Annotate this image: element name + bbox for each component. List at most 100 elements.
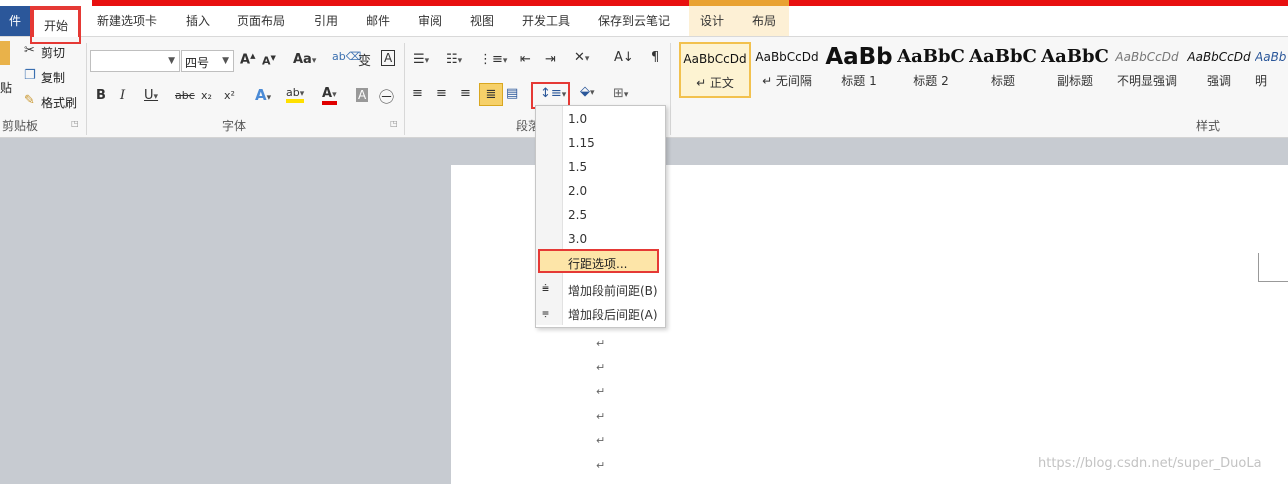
style-heading-2[interactable]: AaBbC 标题 2 bbox=[895, 42, 967, 98]
style-name: ↵ 正文 bbox=[696, 76, 734, 90]
highlight-icon[interactable]: ab▾ bbox=[286, 86, 305, 103]
add-space-after[interactable]: 增加段后间距(A) bbox=[568, 306, 658, 323]
tab-developer[interactable]: 开发工具 bbox=[522, 6, 570, 36]
bold-icon[interactable]: B bbox=[96, 88, 106, 103]
margin-corner-mark bbox=[1258, 253, 1288, 282]
format-painter-icon[interactable]: ✎ bbox=[24, 93, 35, 108]
add-space-before[interactable]: 增加段前间距(B) bbox=[568, 282, 658, 299]
align-left-icon[interactable]: ≡ bbox=[412, 86, 423, 101]
format-painter-button[interactable]: 格式刷 bbox=[41, 94, 77, 111]
style-name: 明 bbox=[1255, 74, 1268, 88]
text-effect-icon[interactable]: A▾ bbox=[255, 86, 271, 104]
font-group-label: 字体 bbox=[222, 119, 247, 133]
tab-design[interactable]: 设计 bbox=[700, 6, 724, 36]
copy-button[interactable]: 复制 bbox=[41, 69, 65, 86]
style-subtle-emphasis[interactable]: AaBbCcDd 不明显强调 bbox=[1111, 42, 1183, 98]
cut-button[interactable]: 剪切 bbox=[41, 44, 65, 61]
underline-icon[interactable]: U▾ bbox=[144, 88, 158, 103]
line-spacing-2-5[interactable]: 2.5 bbox=[568, 208, 587, 222]
style-name: 标题 1 bbox=[841, 74, 877, 88]
style-name: 不明显强调 bbox=[1116, 74, 1177, 88]
superscript-icon[interactable]: x² bbox=[224, 89, 235, 102]
watermark: https://blog.csdn.net/super_DuoLa bbox=[1038, 456, 1262, 471]
paste-label[interactable]: 贴 bbox=[0, 79, 12, 96]
style-no-spacing[interactable]: AaBbCcDd ↵ 无间隔 bbox=[751, 42, 823, 98]
sort-icon[interactable]: A↓ bbox=[614, 50, 634, 65]
font-size-combo[interactable]: 四号 ▼ bbox=[181, 50, 234, 72]
chinese-layout-icon[interactable]: ✕▾ bbox=[574, 50, 589, 65]
paragraph-mark: ↵ bbox=[596, 434, 606, 447]
tab-mailings[interactable]: 邮件 bbox=[366, 6, 390, 36]
line-spacing-3-0[interactable]: 3.0 bbox=[568, 232, 587, 246]
tab-page-layout[interactable]: 页面布局 bbox=[237, 6, 285, 36]
font-name-combo[interactable]: ▼ bbox=[90, 50, 180, 72]
paragraph-mark: ↵ bbox=[596, 459, 606, 472]
group-divider bbox=[86, 43, 87, 135]
style-name: 标题 bbox=[990, 74, 1015, 88]
subscript-icon[interactable]: x₂ bbox=[201, 89, 212, 102]
chevron-down-icon: ▼ bbox=[168, 56, 175, 66]
tab-references[interactable]: 引用 bbox=[314, 6, 338, 36]
phonetic-guide-icon[interactable]: 变 bbox=[358, 50, 371, 69]
align-right-icon[interactable]: ≡ bbox=[460, 86, 471, 101]
style-name: 标题 2 bbox=[913, 74, 949, 88]
clipboard-group-label: 剪贴板 bbox=[2, 119, 39, 133]
space-after-icon: ⩦ bbox=[542, 305, 550, 319]
change-case-icon[interactable]: Aa▾ bbox=[293, 52, 316, 67]
char-shading-icon[interactable]: A bbox=[356, 88, 369, 102]
style-title[interactable]: AaBbC 标题 bbox=[967, 42, 1039, 98]
home-tab-highlight bbox=[30, 6, 81, 44]
menu-icon-strip bbox=[536, 106, 563, 325]
grow-font-icon[interactable]: A▲ bbox=[240, 52, 255, 67]
line-spacing-2-0[interactable]: 2.0 bbox=[568, 184, 587, 198]
paragraph-mark: ↵ bbox=[596, 337, 606, 350]
group-divider bbox=[670, 43, 671, 135]
enclose-char-icon[interactable]: ㊀ bbox=[379, 86, 394, 107]
line-spacing-1-5[interactable]: 1.5 bbox=[568, 160, 587, 174]
copy-icon[interactable]: ❐ bbox=[24, 68, 36, 83]
numbering-icon[interactable]: ☷▾ bbox=[446, 52, 462, 67]
paste-icon[interactable] bbox=[0, 41, 10, 65]
strikethrough-icon[interactable]: abc bbox=[175, 89, 195, 102]
style-preview: AaBbCcDd bbox=[1115, 50, 1179, 64]
font-color-icon[interactable]: A▾ bbox=[322, 86, 337, 105]
tab-save-cloud[interactable]: 保存到云笔记 bbox=[598, 6, 670, 36]
dialog-launcher-icon[interactable]: ◳ bbox=[71, 119, 79, 128]
dialog-launcher-icon[interactable]: ◳ bbox=[390, 119, 398, 128]
tab-insert[interactable]: 插入 bbox=[186, 6, 210, 36]
tab-review[interactable]: 审阅 bbox=[418, 6, 442, 36]
style-heading-1[interactable]: AaBb 标题 1 bbox=[823, 42, 895, 98]
line-spacing-options[interactable]: 行距选项... bbox=[538, 249, 659, 273]
style-emphasis[interactable]: AaBbCcDd 强调 bbox=[1183, 42, 1255, 98]
chevron-down-icon: ▼ bbox=[222, 56, 229, 66]
justify-icon[interactable]: ≣ bbox=[479, 83, 503, 106]
shrink-font-icon[interactable]: A▼ bbox=[262, 54, 276, 68]
align-center-icon[interactable]: ≡ bbox=[436, 86, 447, 101]
decrease-indent-icon[interactable]: ⇤ bbox=[520, 52, 531, 67]
paragraph-mark: ↵ bbox=[596, 361, 606, 374]
tab-file[interactable]: 件 bbox=[0, 6, 30, 36]
scissors-icon[interactable]: ✂ bbox=[24, 43, 35, 58]
shading-icon[interactable]: ⬙▾ bbox=[580, 84, 595, 99]
tab-view[interactable]: 视图 bbox=[470, 6, 494, 36]
show-marks-icon[interactable]: ¶ bbox=[651, 50, 659, 65]
style-subtitle[interactable]: AaBbC 副标题 bbox=[1039, 42, 1111, 98]
line-spacing-1-0[interactable]: 1.0 bbox=[568, 112, 587, 126]
line-spacing-options-label: 行距选项... bbox=[568, 257, 628, 271]
style-intense-emphasis[interactable]: AaBb 明 bbox=[1255, 42, 1288, 98]
multilevel-list-icon[interactable]: ⋮≡▾ bbox=[479, 52, 507, 67]
increase-indent-icon[interactable]: ⇥ bbox=[545, 52, 556, 67]
bullets-icon[interactable]: ☰▾ bbox=[413, 52, 429, 67]
distributed-icon[interactable]: ▤ bbox=[506, 86, 518, 101]
style-preview: AaBbCcDd bbox=[1187, 50, 1251, 64]
clear-format-icon[interactable]: ab⌫ bbox=[332, 50, 361, 63]
style-normal[interactable]: AaBbCcDd ↵ 正文 bbox=[679, 42, 751, 98]
borders-icon[interactable]: ⊞▾ bbox=[613, 86, 628, 101]
styles-group-label: 样式 bbox=[1196, 119, 1221, 133]
italic-icon[interactable]: I bbox=[120, 88, 125, 103]
font-size-value: 四号 bbox=[185, 56, 210, 70]
tab-layout[interactable]: 布局 bbox=[752, 6, 776, 36]
line-spacing-1-15[interactable]: 1.15 bbox=[568, 136, 595, 150]
char-border-icon[interactable]: A bbox=[381, 50, 396, 66]
tab-new[interactable]: 新建选项卡 bbox=[97, 6, 157, 36]
